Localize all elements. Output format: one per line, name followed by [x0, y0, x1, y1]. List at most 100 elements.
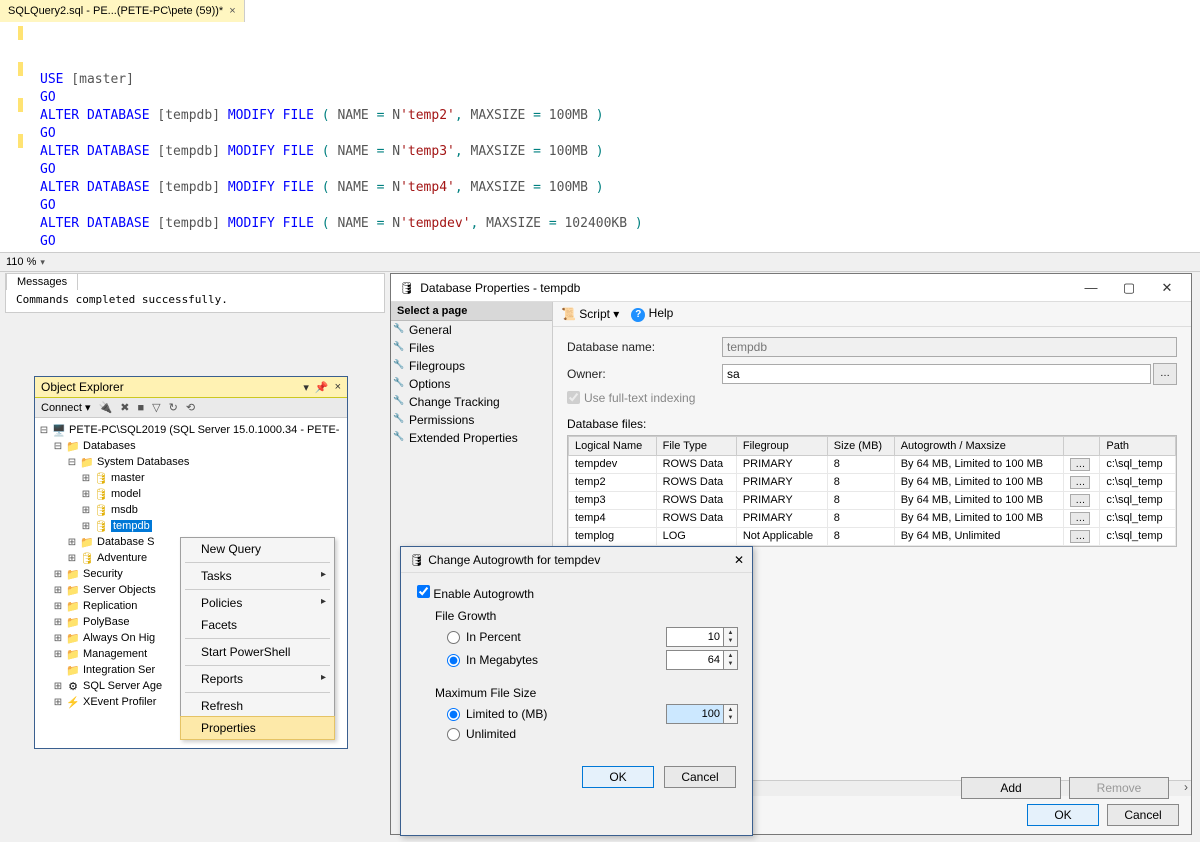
script-button[interactable]: 📜 Script ▾ — [561, 307, 619, 321]
unlimited-radio[interactable] — [447, 728, 460, 741]
stepper-icon[interactable]: ▲▼ — [723, 628, 737, 646]
refresh-icon[interactable]: ↻ — [169, 401, 178, 414]
filter-icon[interactable]: ▽ — [152, 401, 160, 414]
table-row[interactable]: temp3ROWS DataPRIMARY8By 64 MB, Limited … — [569, 491, 1176, 509]
tree-databases[interactable]: ⊟📁Databases — [39, 438, 343, 454]
editor-gutter — [0, 22, 28, 252]
page-options[interactable]: Options — [391, 375, 552, 393]
connect-button[interactable]: Connect ▾ — [41, 401, 91, 414]
ctx-sep — [185, 562, 330, 563]
ctx-policies[interactable]: Policies — [181, 592, 334, 614]
enable-autogrowth-checkbox[interactable] — [417, 585, 430, 598]
dlg-toolbar: 📜 Script ▾ ? Help — [553, 302, 1191, 327]
owner-label: Owner: — [567, 367, 722, 381]
page-filegroups[interactable]: Filegroups — [391, 357, 552, 375]
oe-title-text: Object Explorer — [41, 380, 124, 394]
stop-icon[interactable]: ■ — [137, 402, 144, 414]
dbname-input — [722, 337, 1177, 357]
limit-input[interactable] — [667, 705, 723, 723]
ag-titlebar[interactable]: 🛢 Change Autogrowth for tempdev ✕ — [401, 547, 752, 573]
table-row[interactable]: tempdevROWS DataPRIMARY8By 64 MB, Limite… — [569, 455, 1176, 473]
tree-server[interactable]: ⊟🖥️PETE-PC\SQL2019 (SQL Server 15.0.1000… — [39, 422, 343, 438]
col-header[interactable]: Logical Name — [569, 436, 657, 455]
autogrowth-edit-button[interactable]: … — [1070, 512, 1090, 525]
help-button[interactable]: ? Help — [631, 306, 673, 322]
minimize-button[interactable]: — — [1075, 280, 1107, 295]
dbname-label: Database name: — [567, 340, 722, 354]
tree-tempdb[interactable]: ⊞🛢tempdb — [39, 518, 343, 534]
close-button[interactable]: ✕ — [734, 553, 744, 567]
cancel-button[interactable]: Cancel — [1107, 804, 1179, 826]
ag-cancel-button[interactable]: Cancel — [664, 766, 736, 788]
tree-msdb[interactable]: ⊞🛢msdb — [39, 502, 343, 518]
ctx-properties[interactable]: Properties — [180, 716, 335, 740]
autogrowth-edit-button[interactable]: … — [1070, 476, 1090, 489]
tree-master[interactable]: ⊞🛢master — [39, 470, 343, 486]
messages-tab-label: Messages — [17, 276, 67, 288]
ctx-tasks[interactable]: Tasks — [181, 565, 334, 587]
editor-tab-bar: SQLQuery2.sql - PE...(PETE-PC\pete (59))… — [0, 0, 1200, 22]
context-menu: New Query Tasks Policies Facets Start Po… — [180, 537, 335, 740]
col-header[interactable]: Filegroup — [736, 436, 827, 455]
zoom-value: 110 % — [6, 256, 36, 268]
autogrowth-edit-button[interactable]: … — [1070, 458, 1090, 471]
table-row[interactable]: temp4ROWS DataPRIMARY8By 64 MB, Limited … — [569, 509, 1176, 527]
pin-icon[interactable]: 📌 — [315, 381, 329, 394]
maximize-button[interactable]: ▢ — [1113, 280, 1145, 296]
ctx-new-query[interactable]: New Query — [181, 538, 334, 560]
page-change-tracking[interactable]: Change Tracking — [391, 393, 552, 411]
col-header[interactable]: Size (MB) — [827, 436, 894, 455]
db-icon: 🛢 — [399, 281, 414, 295]
add-button[interactable]: Add — [961, 777, 1061, 799]
col-header[interactable]: Path — [1100, 436, 1176, 455]
percent-input[interactable] — [667, 628, 723, 646]
ctx-powershell[interactable]: Start PowerShell — [181, 641, 334, 663]
disconnect-icon[interactable]: ✖ — [120, 401, 129, 414]
messages-tab[interactable]: Messages — [6, 273, 78, 290]
ctx-facets[interactable]: Facets — [181, 614, 334, 636]
stepper-icon[interactable]: ▲▼ — [723, 651, 737, 669]
col-header[interactable]: File Type — [656, 436, 736, 455]
dlg-titlebar[interactable]: 🛢 Database Properties - tempdb — ▢ ✕ — [391, 274, 1191, 302]
owner-browse-button[interactable]: … — [1153, 363, 1177, 385]
tree-sysdb[interactable]: ⊟📁System Databases — [39, 454, 343, 470]
fulltext-label: Use full-text indexing — [584, 391, 695, 405]
page-general[interactable]: General — [391, 321, 552, 339]
ctx-sep — [185, 589, 330, 590]
close-button[interactable]: ✕ — [1151, 280, 1183, 296]
table-row[interactable]: temp2ROWS DataPRIMARY8By 64 MB, Limited … — [569, 473, 1176, 491]
editor-tab-active[interactable]: SQLQuery2.sql - PE...(PETE-PC\pete (59))… — [0, 0, 245, 22]
mb-input[interactable] — [667, 651, 723, 669]
dropdown-icon[interactable]: ▾ — [303, 381, 309, 394]
files-grid[interactable]: Logical NameFile TypeFilegroupSize (MB)A… — [567, 435, 1177, 547]
ok-button[interactable]: OK — [1027, 804, 1099, 826]
autogrowth-edit-button[interactable]: … — [1070, 530, 1090, 543]
close-icon[interactable]: × — [335, 381, 341, 394]
remove-button: Remove — [1069, 777, 1169, 799]
ctx-sep — [185, 638, 330, 639]
ag-ok-button[interactable]: OK — [582, 766, 654, 788]
chevron-down-icon[interactable]: ▾ — [40, 257, 45, 268]
col-header[interactable] — [1064, 436, 1100, 455]
owner-input[interactable] — [722, 364, 1151, 384]
close-icon[interactable]: × — [229, 5, 235, 17]
table-row[interactable]: templogLOGNot Applicable8By 64 MB, Unlim… — [569, 527, 1176, 545]
tree-model[interactable]: ⊞🛢model — [39, 486, 343, 502]
connect-icon[interactable]: 🔌 — [99, 401, 113, 414]
sync-icon[interactable]: ⟲ — [186, 401, 195, 414]
col-header[interactable]: Autogrowth / Maxsize — [894, 436, 1064, 455]
in-percent-radio[interactable] — [447, 631, 460, 644]
limited-radio[interactable] — [447, 708, 460, 721]
in-mb-radio[interactable] — [447, 654, 460, 667]
page-files[interactable]: Files — [391, 339, 552, 357]
zoom-bar: 110 % ▾ — [0, 252, 1200, 272]
stepper-icon[interactable]: ▲▼ — [723, 705, 737, 723]
sql-editor[interactable]: USE [master]GOALTER DATABASE [tempdb] MO… — [0, 22, 1200, 252]
files-label: Database files: — [567, 417, 1177, 431]
ctx-reports[interactable]: Reports — [181, 668, 334, 690]
ctx-refresh[interactable]: Refresh — [181, 695, 334, 717]
page-permissions[interactable]: Permissions — [391, 411, 552, 429]
messages-panel: Messages Commands completed successfully… — [5, 273, 385, 313]
page-extended-properties[interactable]: Extended Properties — [391, 429, 552, 447]
autogrowth-edit-button[interactable]: … — [1070, 494, 1090, 507]
